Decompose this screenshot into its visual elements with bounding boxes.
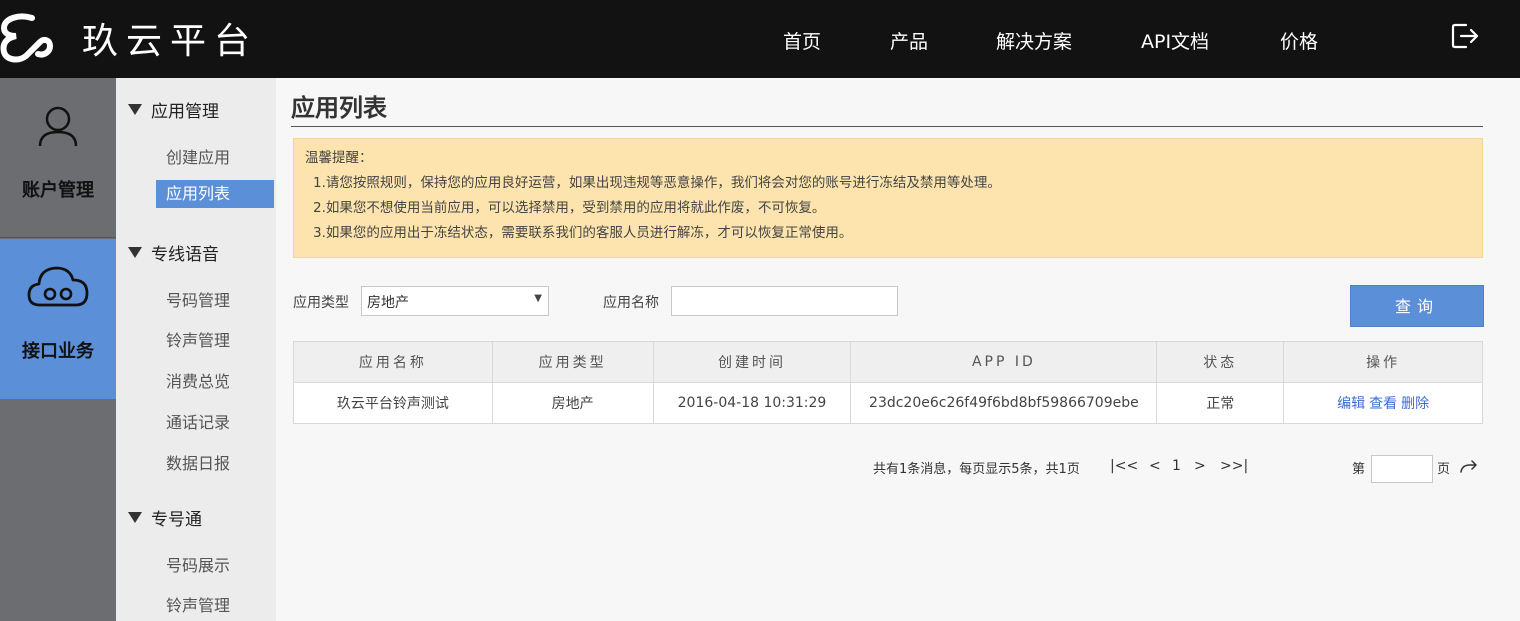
cloud-icon (27, 266, 89, 307)
cell-app-name: 玖云平台铃声测试 (293, 382, 493, 424)
menu-group-label: 专线语音 (151, 245, 219, 265)
logout-button[interactable] (1450, 22, 1480, 50)
main-content: 应用列表 温馨提醒： 1.请您按照规则，保持您的应用良好运营，如果出现违规等恶意… (276, 78, 1520, 621)
menu-group-app-management[interactable]: 应用管理 (128, 97, 219, 122)
menu-group-dedicated-voice[interactable]: 专线语音 (128, 240, 219, 265)
prev-page-button[interactable]: < (1149, 458, 1161, 474)
delete-link[interactable]: 删除 (1401, 396, 1429, 412)
cell-app-type: 房地产 (491, 382, 654, 424)
rail-item-api[interactable]: 接口业务 (0, 239, 116, 399)
app-name-input[interactable] (671, 286, 898, 316)
column-header-status: 状态 (1156, 341, 1285, 383)
logout-icon (1451, 23, 1479, 49)
nav-api-docs[interactable]: API文档 (1141, 27, 1209, 54)
primary-sidebar: 账户管理 接口业务 (0, 78, 116, 621)
column-header-created: 创建时间 (652, 341, 852, 383)
nav-home[interactable]: 首页 (783, 27, 821, 54)
cell-app-id: 23dc20e6c26f49f6bd8bf59866709ebe (850, 382, 1158, 424)
cell-status: 正常 (1156, 382, 1285, 424)
goto-prefix: 第 (1352, 462, 1366, 477)
sidebar-item-number-display[interactable]: 号码展示 (166, 552, 230, 576)
column-header-actions: 操作 (1283, 341, 1483, 383)
sidebar-item-consumption-overview[interactable]: 消费总览 (166, 368, 230, 392)
divider (291, 126, 1483, 127)
sidebar-item-number-management[interactable]: 号码管理 (166, 287, 230, 311)
nav-pricing[interactable]: 价格 (1280, 27, 1318, 54)
notice-line: 1.请您按照规则，保持您的应用良好运营，如果出现违规等恶意操作，我们将会对您的账… (313, 175, 1001, 191)
cell-created: 2016-04-18 10:31:29 (652, 382, 852, 424)
view-link[interactable]: 查看 (1369, 396, 1397, 412)
sidebar-item-call-records[interactable]: 通话记录 (166, 409, 230, 433)
pagination-summary: 共有1条消息，每页显示5条，共1页 (873, 462, 1080, 477)
edit-link[interactable]: 编辑 (1337, 396, 1365, 412)
triangle-down-icon (128, 512, 142, 523)
app-name-label: 应用名称 (603, 295, 659, 311)
current-page-number[interactable]: 1 (1172, 458, 1181, 474)
menu-group-dedicated-number[interactable]: 专号通 (128, 505, 202, 530)
first-page-button[interactable]: |<< (1110, 458, 1138, 474)
column-header-app-id: APP ID (850, 341, 1158, 383)
nav-solutions[interactable]: 解决方案 (996, 27, 1072, 54)
secondary-sidebar: 应用管理 创建应用 应用列表 专线语音 号码管理 铃声管理 消费总览 通话记录 … (116, 78, 276, 621)
user-icon (38, 106, 78, 147)
triangle-down-icon (128, 247, 142, 258)
menu-group-label: 应用管理 (151, 102, 219, 122)
top-bar: 玖云平台 首页 产品 解决方案 API文档 价格 (0, 0, 1520, 78)
triangle-down-icon (128, 104, 142, 115)
app-type-select[interactable]: 房地产 ▼ (361, 286, 549, 316)
go-arrow-icon[interactable] (1460, 460, 1478, 474)
column-header-name: 应用名称 (293, 341, 493, 383)
next-page-button[interactable]: > (1194, 458, 1206, 474)
app-type-value: 房地产 (367, 295, 409, 311)
table-header-row: 应用名称 应用类型 创建时间 APP ID 状态 操作 (293, 341, 1483, 383)
rail-item-account[interactable]: 账户管理 (0, 78, 116, 238)
notice-box: 温馨提醒： 1.请您按照规则，保持您的应用良好运营，如果出现违规等恶意操作，我们… (293, 138, 1483, 258)
caret-down-icon: ▼ (534, 293, 542, 304)
app-type-label: 应用类型 (293, 295, 349, 311)
sidebar-item-create-app[interactable]: 创建应用 (166, 144, 230, 168)
goto-page-input[interactable] (1371, 455, 1433, 483)
sidebar-item-ringtone-management[interactable]: 铃声管理 (166, 327, 230, 351)
sidebar-item-ringtone-management-2[interactable]: 铃声管理 (166, 592, 230, 616)
brand-logo[interactable]: 玖云平台 (0, 12, 258, 64)
table-row: 玖云平台铃声测试 房地产 2016-04-18 10:31:29 23dc20e… (293, 382, 1483, 424)
notice-heading: 温馨提醒： (305, 150, 373, 166)
last-page-button[interactable]: >>| (1220, 458, 1248, 474)
app-table: 应用名称 应用类型 创建时间 APP ID 状态 操作 玖云平台铃声测试 房地产… (293, 341, 1483, 424)
rail-label-account: 账户管理 (22, 180, 94, 201)
nav-products[interactable]: 产品 (890, 27, 928, 54)
sidebar-item-app-list[interactable]: 应用列表 (156, 180, 274, 208)
column-header-type: 应用类型 (491, 341, 654, 383)
rail-label-api: 接口业务 (22, 341, 94, 362)
cell-actions: 编辑 查看 删除 (1283, 382, 1483, 424)
notice-line: 2.如果您不想使用当前应用，可以选择禁用，受到禁用的应用将就此作废，不可恢复。 (313, 200, 826, 216)
menu-group-label: 专号通 (151, 510, 202, 530)
page-title: 应用列表 (291, 94, 387, 122)
brand-logo-icon (0, 13, 54, 63)
goto-suffix: 页 (1437, 462, 1451, 477)
notice-line: 3.如果您的应用出于冻结状态，需要联系我们的客服人员进行解冻，才可以恢复正常使用… (313, 225, 853, 241)
sidebar-item-daily-report[interactable]: 数据日报 (166, 450, 230, 474)
brand-name: 玖云平台 (82, 21, 259, 62)
query-button[interactable]: 查询 (1350, 285, 1484, 327)
